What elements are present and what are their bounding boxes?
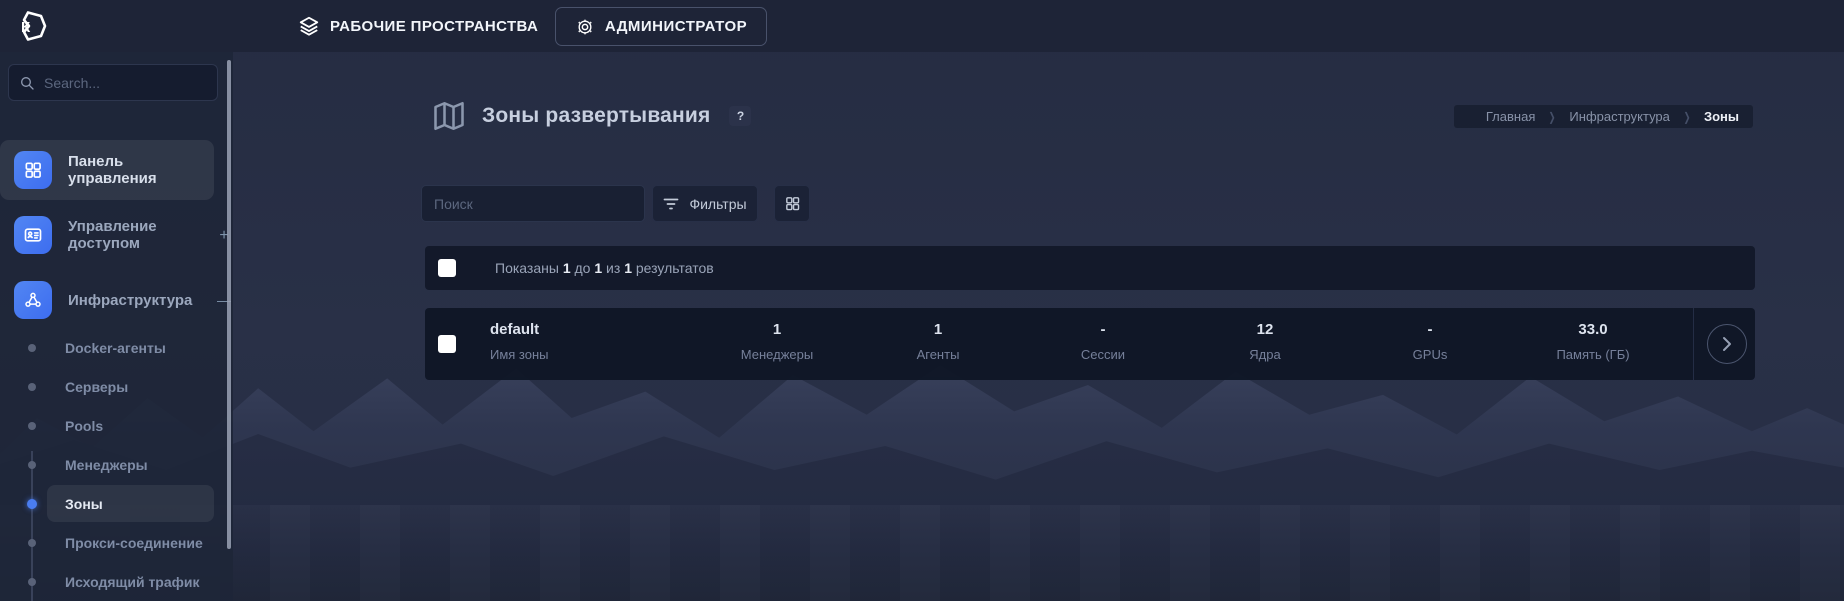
- sidebar-item-control-panel[interactable]: Панель управления: [0, 140, 214, 200]
- cell-memory-gb: 33.0 Память (ГБ): [1518, 321, 1668, 362]
- bullet-dot-icon: [28, 578, 36, 586]
- id-card-icon: [14, 216, 52, 254]
- table-search-input[interactable]: [434, 196, 632, 212]
- nav-workspaces-label: РАБОЧИЕ ПРОСТРАНСТВА: [330, 18, 538, 35]
- row-open-button[interactable]: [1707, 324, 1747, 364]
- top-bar: К РАБОЧИЕ ПРОСТРАНСТВА АДМИНИСТРАТОР: [0, 0, 1844, 52]
- sidebar-scrollbar[interactable]: [227, 60, 231, 549]
- cell-agents: 1 Агенты: [863, 321, 1013, 362]
- cell-gpus: - GPUs: [1355, 321, 1505, 362]
- bullet-dot-icon: [28, 383, 36, 391]
- svg-text:К: К: [21, 19, 31, 36]
- network-nodes-icon: [14, 281, 52, 319]
- breadcrumb-current: Зоны: [1704, 109, 1739, 124]
- filters-button[interactable]: Фильтры: [652, 185, 758, 222]
- bullet-dot-icon: [28, 539, 36, 547]
- nav-workspaces[interactable]: РАБОЧИЕ ПРОСТРАНСТВА: [298, 0, 538, 52]
- sidebar-subitem-servers[interactable]: Серверы: [0, 367, 214, 406]
- table-search[interactable]: [421, 185, 645, 222]
- page-title: Зоны развертывания: [482, 104, 710, 128]
- app-logo-icon[interactable]: К: [14, 8, 50, 44]
- cell-managers: 1 Менеджеры: [702, 321, 852, 362]
- grid-view-icon: [784, 195, 801, 212]
- results-summary-bar: Показаны 1 до 1 из 1 результатов: [425, 246, 1755, 290]
- sidebar-subitem-managers[interactable]: Менеджеры: [0, 445, 214, 484]
- nav-administrator-label: АДМИНИСТРАТОР: [605, 18, 747, 35]
- filter-lines-icon: [663, 197, 679, 211]
- results-summary-text: Показаны 1 до 1 из 1 результатов: [495, 260, 714, 276]
- sidebar-item-infrastructure[interactable]: Инфраструктура: [0, 270, 214, 330]
- sidebar-item-label: Панель управления: [68, 153, 214, 187]
- chevron-right-icon: [1722, 336, 1732, 352]
- sidebar-item-label: Управление доступом: [68, 218, 214, 252]
- select-all-checkbox[interactable]: [438, 259, 456, 277]
- sidebar-subitem-outbound-traffic[interactable]: Исходящий трафик: [0, 562, 214, 601]
- expand-plus-icon[interactable]: +: [214, 227, 234, 245]
- row-checkbox[interactable]: [438, 335, 456, 353]
- sidebar: Панель управления Управление доступом + …: [0, 52, 233, 601]
- help-badge[interactable]: ?: [729, 106, 751, 126]
- sidebar-subitem-docker-agents[interactable]: Docker-агенты: [0, 328, 214, 367]
- row-divider: [1693, 308, 1694, 380]
- sidebar-subitem-pools[interactable]: Pools: [0, 406, 214, 445]
- collapse-minus-icon[interactable]: —: [214, 292, 234, 308]
- table-row[interactable]: default Имя зоны 1 Менеджеры 1 Агенты - …: [425, 308, 1755, 380]
- breadcrumb: Главная ❯ Инфраструктура ❯ Зоны: [1454, 105, 1753, 128]
- grid-view-button[interactable]: [774, 185, 810, 222]
- nav-administrator-button[interactable]: АДМИНИСТРАТОР: [555, 7, 767, 46]
- layers-icon: [298, 15, 320, 37]
- dashboard-grid-icon: [14, 151, 52, 189]
- cell-zone-name: default Имя зоны: [490, 321, 549, 362]
- cell-cores: 12 Ядра: [1190, 321, 1340, 362]
- main-content: Зоны развертывания ? Главная ❯ Инфрастру…: [233, 52, 1844, 601]
- sidebar-item-label: Инфраструктура: [68, 292, 192, 309]
- sidebar-search-input[interactable]: [44, 75, 225, 91]
- sidebar-search[interactable]: [8, 64, 218, 101]
- breadcrumb-infrastructure[interactable]: Инфраструктура: [1569, 109, 1669, 124]
- bullet-dot-icon: [27, 499, 37, 509]
- chevron-right-icon: ❯: [1683, 110, 1690, 124]
- gear-icon: [575, 17, 595, 37]
- cell-sessions: - Сессии: [1028, 321, 1178, 362]
- search-icon: [19, 75, 35, 91]
- bullet-dot-icon: [28, 344, 36, 352]
- sidebar-item-access-management[interactable]: Управление доступом: [0, 205, 214, 265]
- bullet-dot-icon: [28, 422, 36, 430]
- bullet-dot-icon: [28, 461, 36, 469]
- chevron-right-icon: ❯: [1549, 110, 1556, 124]
- breadcrumb-home[interactable]: Главная: [1486, 109, 1535, 124]
- map-icon: [430, 98, 468, 134]
- sidebar-subitem-proxy-connection[interactable]: Прокси-соединение: [0, 523, 214, 562]
- filters-label: Фильтры: [689, 196, 746, 212]
- sidebar-subitem-zones[interactable]: Зоны: [0, 484, 214, 523]
